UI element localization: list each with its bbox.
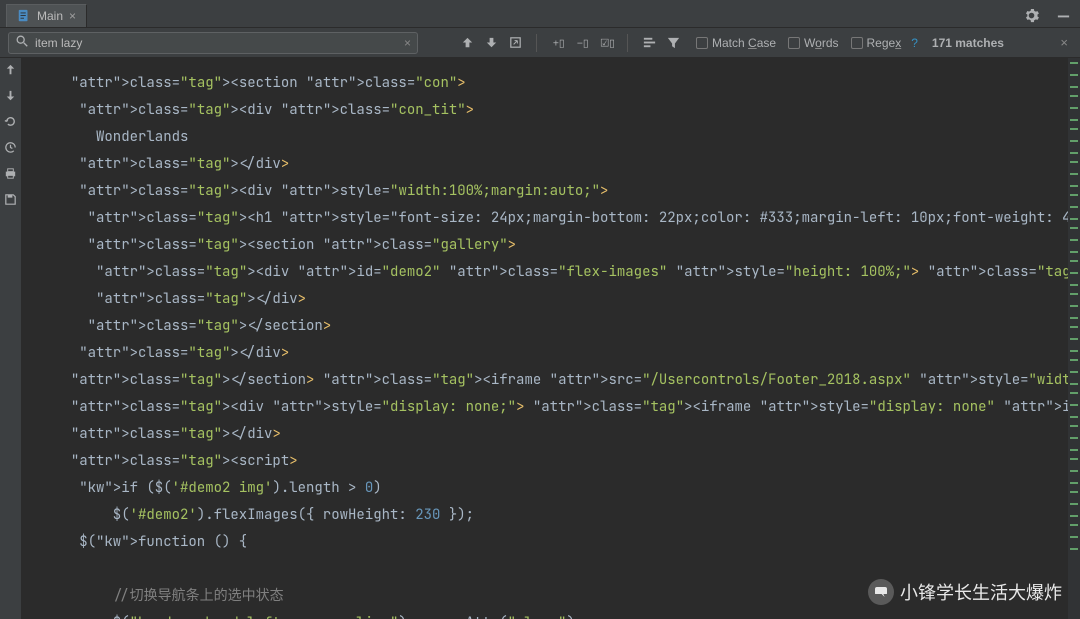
file-icon <box>17 9 31 23</box>
wechat-icon <box>868 579 894 605</box>
open-in-tool-icon[interactable] <box>504 32 526 54</box>
search-input[interactable] <box>35 36 392 50</box>
search-icon <box>15 34 29 51</box>
findbar-close-icon[interactable]: × <box>1060 35 1072 50</box>
find-bar: × +▯ −▯ ☑▯ Match Case Words <box>0 28 1080 58</box>
tab-bar: Main × <box>0 0 1080 28</box>
prev-match-icon[interactable] <box>456 32 478 54</box>
svg-text:☑▯: ☑▯ <box>599 38 613 49</box>
marker-stripe[interactable] <box>1068 58 1080 619</box>
match-case-checkbox[interactable]: Match Case <box>696 36 776 50</box>
refresh-icon[interactable] <box>3 114 18 134</box>
structural-icon[interactable] <box>638 32 660 54</box>
add-selection-icon[interactable]: +▯ <box>547 32 569 54</box>
search-input-box[interactable]: × <box>8 32 418 54</box>
svg-text:+▯: +▯ <box>552 38 564 49</box>
watermark: 小锋学长生活大爆炸 <box>868 579 1062 605</box>
regex-checkbox[interactable]: Regex <box>851 36 902 50</box>
next-match-icon[interactable] <box>480 32 502 54</box>
minimize-icon[interactable] <box>1052 4 1074 26</box>
arrow-up-icon[interactable] <box>3 62 18 82</box>
match-count: 171 matches <box>932 36 1004 50</box>
tab-close-icon[interactable]: × <box>69 9 76 23</box>
code-editor[interactable]: "attr">class="tag"><section "attr">class… <box>22 58 1080 619</box>
gear-icon[interactable] <box>1020 4 1042 26</box>
select-all-icon[interactable]: ☑▯ <box>595 32 617 54</box>
editor-left-toolbar <box>0 58 22 619</box>
arrow-down-icon[interactable] <box>3 88 18 108</box>
print-icon[interactable] <box>3 166 18 186</box>
words-checkbox[interactable]: Words <box>788 36 838 50</box>
watermark-text: 小锋学长生活大爆炸 <box>900 579 1062 605</box>
save-icon[interactable] <box>3 192 18 212</box>
clear-icon[interactable]: × <box>404 36 411 50</box>
history-icon[interactable] <box>3 140 18 160</box>
tab-main[interactable]: Main × <box>6 4 87 27</box>
remove-selection-icon[interactable]: −▯ <box>571 32 593 54</box>
svg-text:−▯: −▯ <box>576 38 588 49</box>
filter-icon[interactable] <box>662 32 684 54</box>
tab-title: Main <box>37 9 63 23</box>
help-icon[interactable]: ? <box>911 36 918 50</box>
